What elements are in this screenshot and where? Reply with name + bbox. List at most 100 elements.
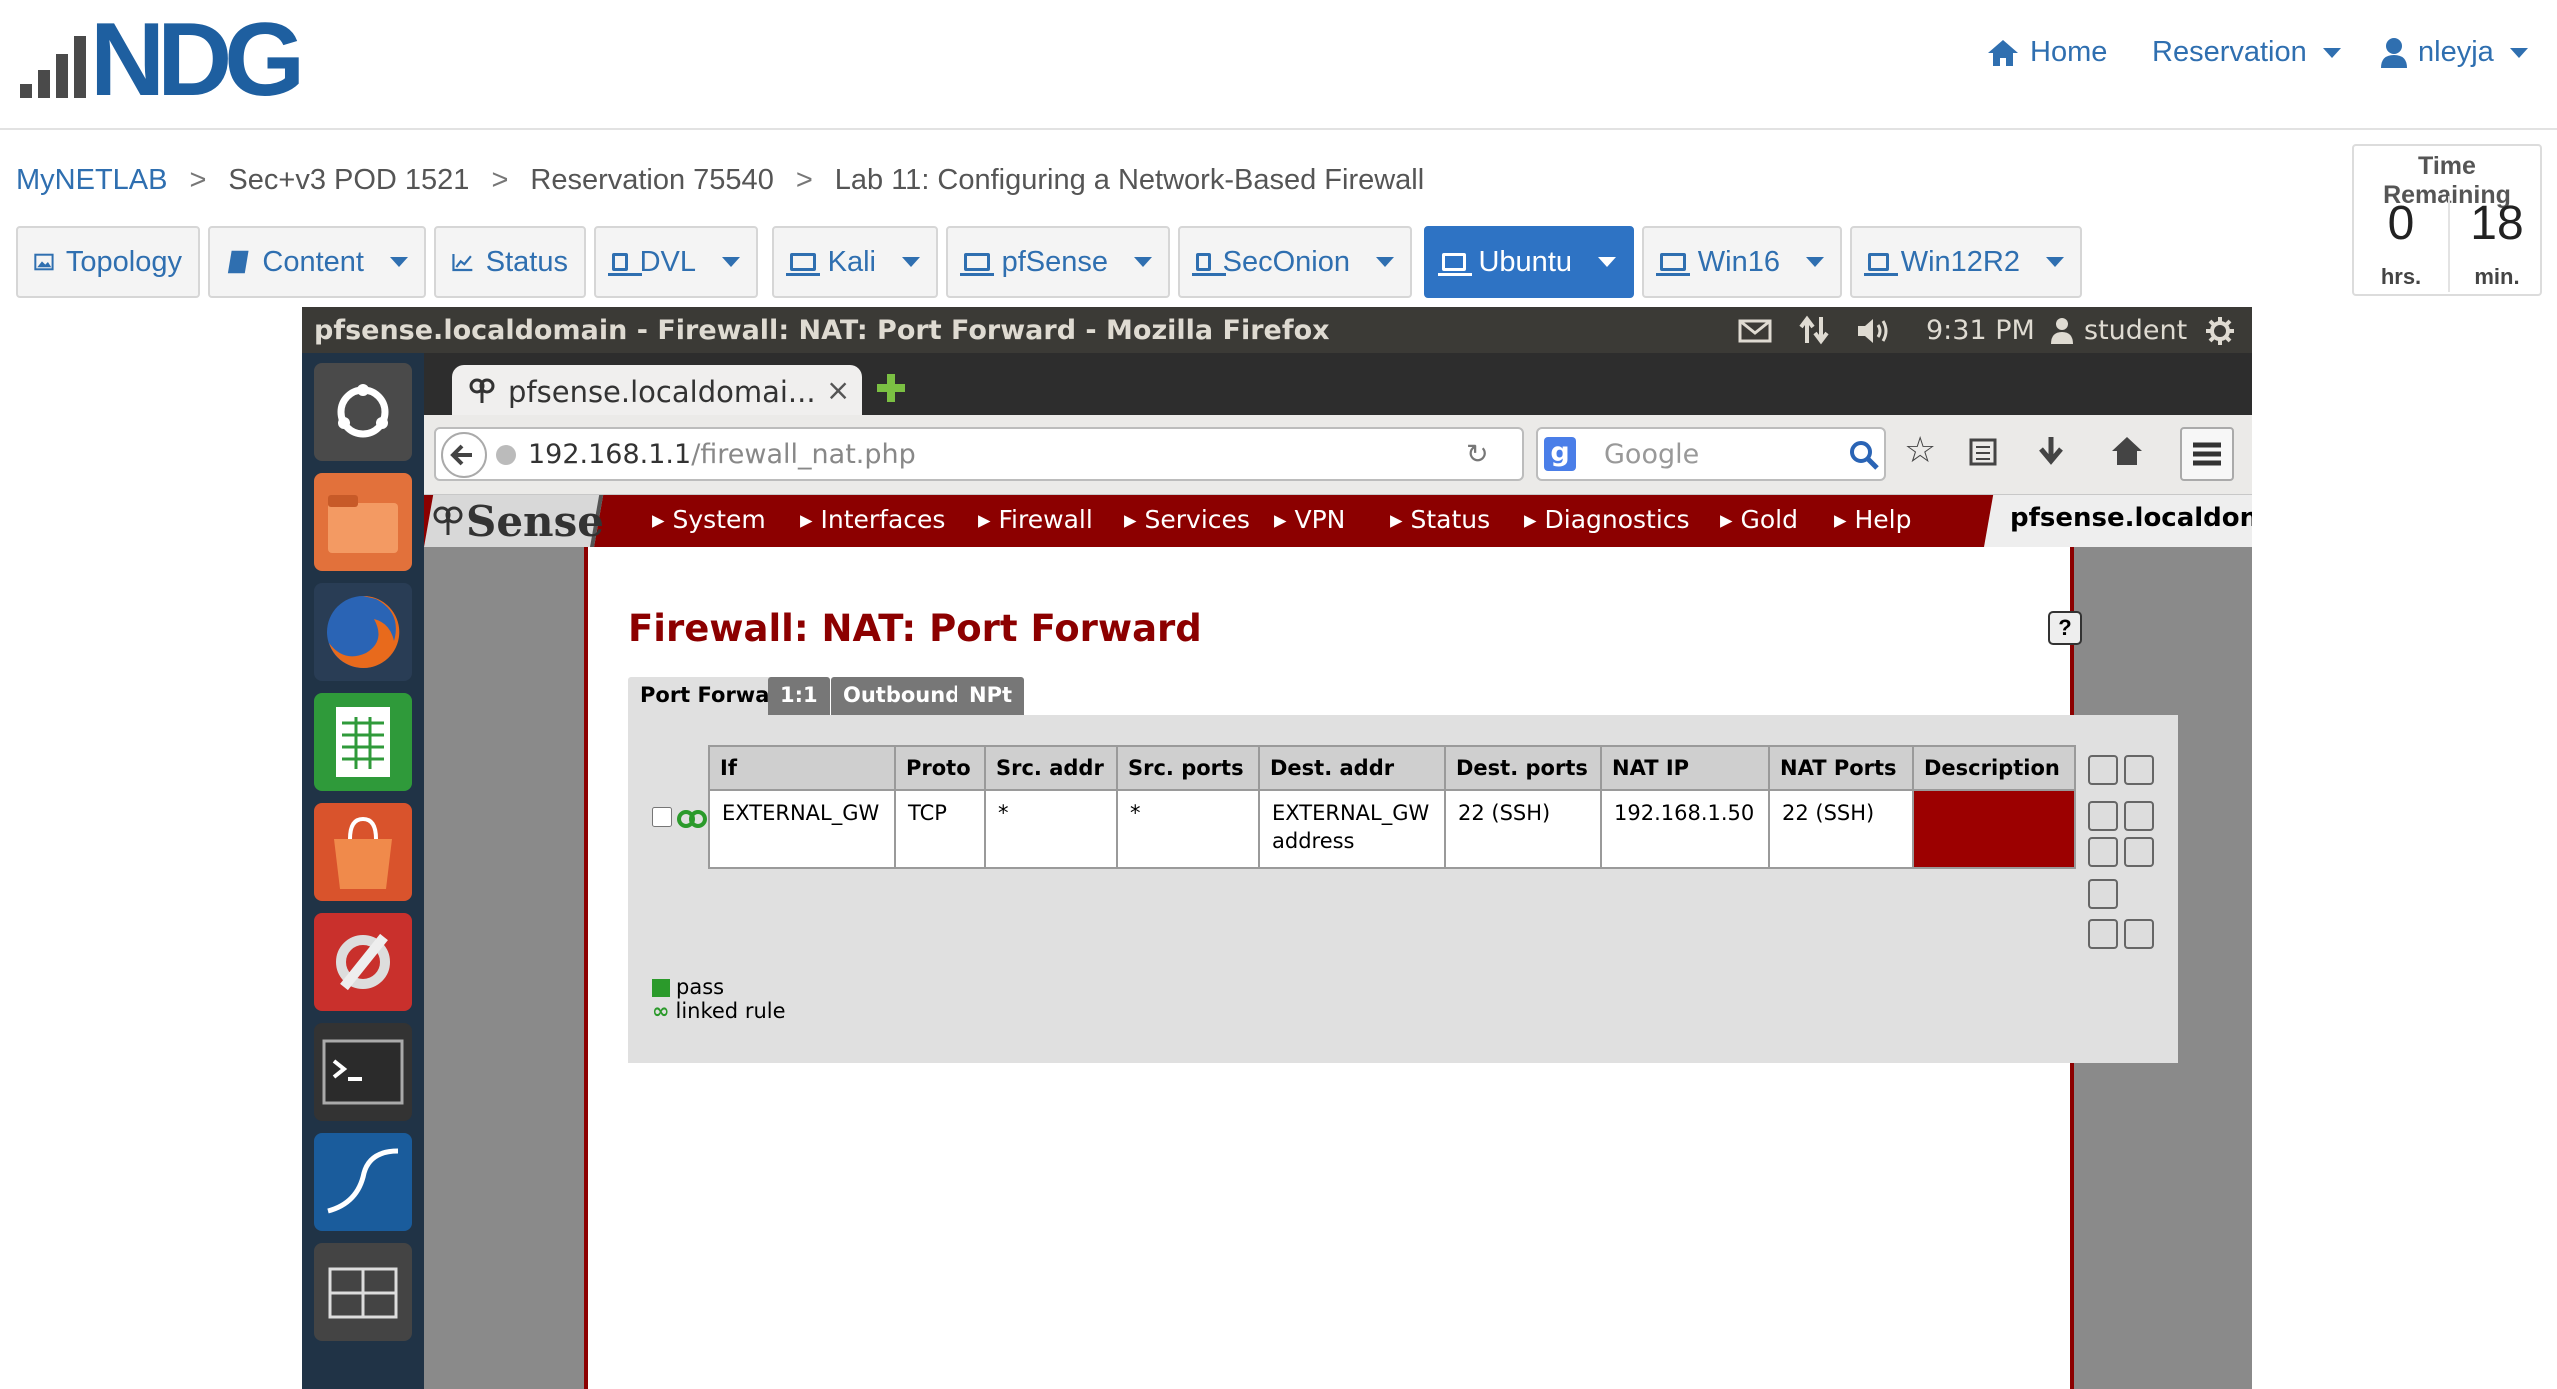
dash-home-icon[interactable] <box>314 363 412 461</box>
laptop-icon <box>608 253 642 276</box>
menu-diagnostics[interactable]: ▸ Diagnostics <box>1524 505 1690 534</box>
menu-interfaces[interactable]: ▸ Interfaces <box>800 505 945 534</box>
spreadsheet-icon[interactable] <box>314 693 412 791</box>
reload-icon[interactable]: ↻ <box>1466 439 1489 470</box>
settings-icon[interactable] <box>314 913 412 1011</box>
menu-status[interactable]: ▸ Status <box>1390 505 1490 534</box>
breadcrumb-separator: > <box>795 164 813 196</box>
machine-button-pfsense[interactable]: pfSense <box>946 226 1170 298</box>
add-rule-top-icon[interactable] <box>2124 755 2154 785</box>
chevron-down-icon <box>2046 257 2064 267</box>
add-rule-bottom-icon[interactable] <box>2124 919 2154 949</box>
machine-button-kali[interactable]: Kali <box>772 226 938 298</box>
machine-button-win16[interactable]: Win16 <box>1642 226 1842 298</box>
pfsense-page: Sense ▸ System ▸ Interfaces ▸ Firewall ▸… <box>424 495 2252 1389</box>
add-rule-based-icon[interactable] <box>2124 837 2154 867</box>
tab-one-to-one[interactable]: 1:1 <box>768 677 830 715</box>
chevron-down-icon <box>1598 257 1616 267</box>
files-icon[interactable] <box>314 473 412 571</box>
cell-nat-ports[interactable]: 22 (SSH) <box>1768 789 1914 869</box>
table-header-row: If Proto Src. addr Src. ports Dest. addr… <box>708 745 2076 791</box>
tab-npt[interactable]: NPt <box>957 677 1025 715</box>
cell-if[interactable]: EXTERNAL_GW <box>708 789 896 869</box>
breadcrumb-pod[interactable]: Sec+v3 POD 1521 <box>228 164 469 197</box>
breadcrumb-reservation[interactable]: Reservation 75540 <box>530 164 773 197</box>
machine-button-seconion[interactable]: SecOnion <box>1178 226 1412 298</box>
search-icon[interactable] <box>1848 439 1880 471</box>
cell-proto[interactable]: TCP <box>894 789 986 869</box>
download-icon[interactable] <box>2036 435 2066 469</box>
col-if: If <box>708 745 896 791</box>
browser-tab[interactable]: pfsense.localdomai... × <box>452 365 862 417</box>
ndg-logo[interactable]: NDG <box>20 8 305 112</box>
wireshark-icon[interactable] <box>314 1133 412 1231</box>
mail-icon[interactable] <box>1738 319 1772 343</box>
table-row[interactable]: EXTERNAL_GW TCP * * EXTERNAL_GW address 2… <box>708 789 2076 869</box>
pass-icon <box>652 979 670 997</box>
menu-services[interactable]: ▸ Services <box>1124 505 1250 534</box>
network-icon[interactable] <box>1798 315 1830 345</box>
hours-unit: hrs. <box>2380 264 2422 289</box>
rule-checkbox[interactable] <box>652 807 672 827</box>
google-icon[interactable]: g <box>1544 437 1576 471</box>
menu-vpn[interactable]: ▸ VPN <box>1274 505 1345 534</box>
home-icon[interactable] <box>2110 435 2144 467</box>
move-rule-icon[interactable] <box>2088 801 2118 831</box>
move-end-icon[interactable] <box>2088 879 2118 909</box>
gear-icon[interactable] <box>2204 315 2236 347</box>
session-user[interactable]: student <box>2084 315 2187 346</box>
menu-system[interactable]: ▸ System <box>652 505 766 534</box>
cell-description[interactable] <box>1912 789 2076 869</box>
remote-desktop[interactable]: pfsense.localdomain - Firewall: NAT: Por… <box>302 307 2252 1389</box>
volume-icon[interactable] <box>1856 317 1896 345</box>
menu-icon[interactable] <box>2180 427 2234 481</box>
col-nat-ports: NAT Ports <box>1768 745 1914 791</box>
col-dest-ports: Dest. ports <box>1444 745 1602 791</box>
menu-firewall[interactable]: ▸ Firewall <box>978 505 1093 534</box>
col-src-ports: Src. ports <box>1116 745 1260 791</box>
firefox-icon[interactable] <box>314 583 412 681</box>
machine-button-dvl[interactable]: DVL <box>594 226 758 298</box>
chevron-down-icon <box>2322 47 2341 58</box>
new-tab-icon[interactable] <box>874 371 908 405</box>
clock[interactable]: 9:31 PM <box>1926 315 2035 346</box>
search-bar[interactable]: g Google <box>1536 427 1886 481</box>
content-button[interactable]: Content <box>208 226 426 298</box>
menu-help[interactable]: ▸ Help <box>1834 505 1912 534</box>
terminal-icon[interactable] <box>314 1023 412 1121</box>
topology-button[interactable]: Topology <box>16 226 200 298</box>
ubuntu-top-panel: pfsense.localdomain - Firewall: NAT: Por… <box>302 307 2252 353</box>
tab-outbound[interactable]: Outbound <box>831 677 973 715</box>
status-button[interactable]: Status <box>434 226 586 298</box>
workspace-switcher-icon[interactable] <box>314 1243 412 1341</box>
back-arrow-icon[interactable] <box>440 431 488 479</box>
nav-user[interactable]: nleyja <box>2380 36 2528 69</box>
nav-home[interactable]: Home <box>1986 36 2107 69</box>
software-center-icon[interactable] <box>314 803 412 901</box>
machine-button-win12r2[interactable]: Win12R2 <box>1850 226 2082 298</box>
edit-rule-icon[interactable] <box>2124 801 2154 831</box>
col-dest-addr: Dest. addr <box>1258 745 1446 791</box>
chevron-down-icon <box>1806 257 1824 267</box>
laptop-icon <box>1192 253 1226 276</box>
help-icon[interactable]: ? <box>2048 611 2082 645</box>
cell-dest-ports[interactable]: 22 (SSH) <box>1444 789 1602 869</box>
reading-list-icon[interactable] <box>1968 437 1998 467</box>
move-selected-icon[interactable] <box>2088 755 2118 785</box>
nav-reservation[interactable]: Reservation <box>2152 36 2341 69</box>
cell-nat-ip[interactable]: 192.168.1.50 <box>1600 789 1770 869</box>
cell-src-addr[interactable]: * <box>984 789 1118 869</box>
cell-src-ports[interactable]: * <box>1116 789 1260 869</box>
bookmark-star-icon[interactable]: ☆ <box>1904 429 1936 471</box>
machine-button-ubuntu[interactable]: Ubuntu <box>1424 226 1634 298</box>
close-tab-icon[interactable]: × <box>826 373 850 407</box>
chevron-down-icon <box>2509 47 2528 58</box>
line-chart-icon <box>452 254 473 272</box>
menu-gold[interactable]: ▸ Gold <box>1720 505 1798 534</box>
url-bar[interactable]: 192.168.1.1/firewall_nat.php ↻ <box>434 427 1524 481</box>
delete-rule-icon[interactable] <box>2088 837 2118 867</box>
delete-selected-icon[interactable] <box>2088 919 2118 949</box>
breadcrumb-mynetlab[interactable]: MyNETLAB <box>16 164 167 197</box>
time-remaining-panel: Time Remaining 0 18 hrs. min. <box>2352 144 2542 296</box>
cell-dest-addr[interactable]: EXTERNAL_GW address <box>1258 789 1446 869</box>
